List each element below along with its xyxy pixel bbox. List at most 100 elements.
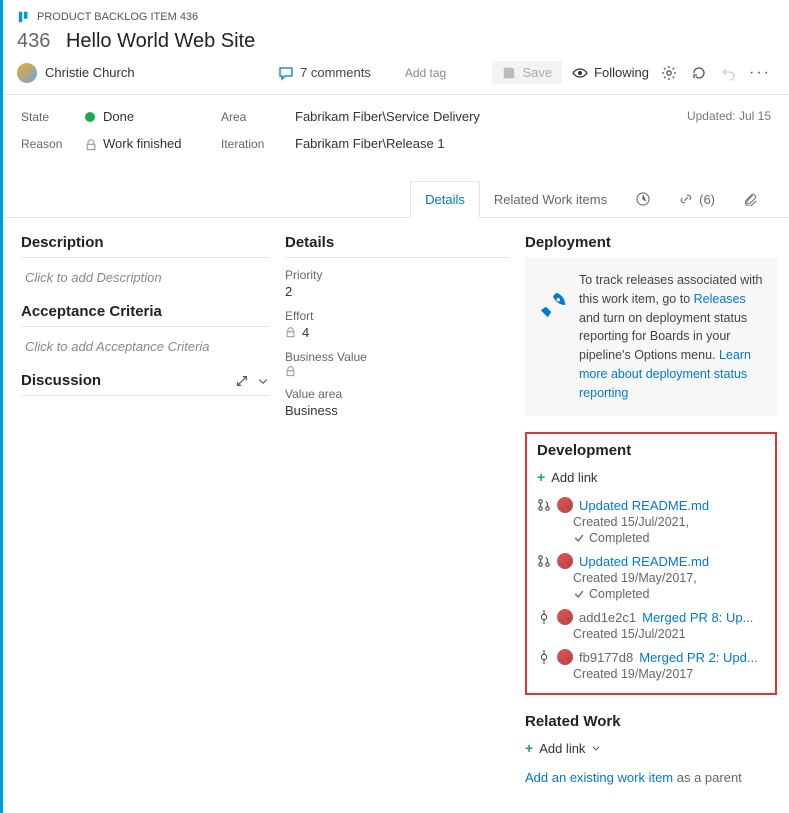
add-parent-suffix: as a parent <box>673 770 742 785</box>
iteration-label: Iteration <box>221 137 295 151</box>
check-icon <box>573 588 585 600</box>
deployment-heading: Deployment <box>525 234 777 257</box>
add-link-label: Add link <box>551 470 597 485</box>
related-work-heading: Related Work <box>525 713 777 734</box>
comments-count: 7 comments <box>300 65 371 80</box>
add-existing-link[interactable]: Add an existing work item <box>525 770 673 785</box>
check-icon <box>573 532 585 544</box>
add-existing-parent-row[interactable]: Add an existing work item as a parent <box>525 762 777 793</box>
dev-item-created: Created 15/Jul/2021 <box>573 627 765 641</box>
assignee-name[interactable]: Christie Church <box>45 65 135 80</box>
refresh-button[interactable] <box>689 63 709 83</box>
history-icon <box>635 191 651 207</box>
dev-item-status: Completed <box>589 587 649 601</box>
save-button: Save <box>492 61 562 84</box>
dev-item-commit: fb9177d8 Merged PR 2: Upd... Created 19/… <box>537 643 765 683</box>
details-heading: Details <box>285 234 509 258</box>
link-icon <box>679 192 693 206</box>
breadcrumb: PRODUCT BACKLOG ITEM 436 <box>17 10 771 24</box>
dev-item-created: Created 19/May/2017, <box>573 571 765 585</box>
author-avatar <box>557 497 573 513</box>
work-item-type-icon <box>17 10 31 24</box>
dev-item-commit: add1e2c1 Merged PR 8: Up... Created 15/J… <box>537 603 765 643</box>
commit-icon <box>537 650 551 664</box>
discussion-heading: Discussion <box>21 372 269 396</box>
work-item-title[interactable]: Hello World Web Site <box>66 30 255 52</box>
author-avatar <box>557 609 573 625</box>
reason-value[interactable]: Work finished <box>103 136 182 151</box>
priority-value[interactable]: 2 <box>285 284 509 299</box>
attachment-icon <box>743 192 757 206</box>
commit-hash: add1e2c1 <box>579 610 636 625</box>
state-label: State <box>21 110 85 124</box>
dev-item-created: Created 19/May/2017 <box>573 667 765 681</box>
breadcrumb-text: PRODUCT BACKLOG ITEM 436 <box>37 11 198 23</box>
work-item-id: 436 <box>17 30 50 52</box>
description-placeholder[interactable]: Click to add Description <box>21 258 269 303</box>
commit-hash: fb9177d8 <box>579 650 633 665</box>
chevron-down-icon[interactable] <box>257 375 269 387</box>
tab-details[interactable]: Details <box>410 181 480 218</box>
gear-icon <box>661 65 677 81</box>
undo-button[interactable] <box>719 63 739 83</box>
dev-item-pr: Updated README.md Created 19/May/2017, C… <box>537 547 765 603</box>
follow-button[interactable]: Following <box>572 65 649 81</box>
priority-label: Priority <box>285 268 509 282</box>
area-value[interactable]: Fabrikam Fiber\Service Delivery <box>295 109 480 124</box>
business-value-value[interactable] <box>285 366 509 377</box>
pull-request-icon <box>537 554 551 568</box>
plus-icon: + <box>537 469 545 485</box>
dev-item-status: Completed <box>589 531 649 545</box>
updated-timestamp: Updated: Jul 15 <box>687 109 771 163</box>
eye-icon <box>572 65 588 81</box>
area-label: Area <box>221 110 295 124</box>
save-label: Save <box>522 65 552 80</box>
business-value-label: Business Value <box>285 350 509 364</box>
reason-label: Reason <box>21 137 85 151</box>
refresh-icon <box>691 65 707 81</box>
lock-icon <box>85 136 97 151</box>
comment-icon <box>278 65 294 81</box>
deployment-info-box: To track releases associated with this w… <box>525 257 777 416</box>
releases-link[interactable]: Releases <box>694 292 746 306</box>
save-icon <box>502 66 516 80</box>
work-item-title-row: 436 Hello World Web Site <box>17 30 771 53</box>
assignee-avatar[interactable] <box>17 63 37 83</box>
development-section: Development + Add link Updated README.md… <box>525 432 777 695</box>
lock-icon <box>285 327 296 338</box>
undo-icon <box>721 65 737 81</box>
comments-button[interactable]: 7 comments <box>278 65 371 81</box>
state-value[interactable]: Done <box>103 109 134 124</box>
dev-item-title[interactable]: Updated README.md <box>579 498 709 513</box>
tab-attachments[interactable] <box>729 181 771 217</box>
expand-icon[interactable] <box>235 374 249 388</box>
tab-links[interactable]: (6) <box>665 181 729 217</box>
dev-item-title[interactable]: Updated README.md <box>579 554 709 569</box>
add-tag-button[interactable]: Add tag <box>405 66 446 80</box>
development-add-link-button[interactable]: + Add link <box>537 463 765 491</box>
lock-icon <box>285 366 296 377</box>
related-add-link-button[interactable]: + Add link <box>525 734 777 762</box>
follow-label: Following <box>594 65 649 80</box>
add-link-label: Add link <box>539 741 585 756</box>
value-area-label: Value area <box>285 387 509 401</box>
dev-item-title[interactable]: Merged PR 2: Upd... <box>639 650 758 665</box>
effort-value[interactable]: 4 <box>285 325 509 340</box>
acceptance-criteria-placeholder[interactable]: Click to add Acceptance Criteria <box>21 327 269 372</box>
author-avatar <box>557 553 573 569</box>
links-count: (6) <box>699 192 715 207</box>
more-actions-button[interactable]: ··· <box>749 64 771 82</box>
settings-button[interactable] <box>659 63 679 83</box>
tab-related-work-items[interactable]: Related Work items <box>480 181 621 217</box>
value-area-value[interactable]: Business <box>285 403 509 418</box>
description-heading: Description <box>21 234 269 258</box>
iteration-value[interactable]: Fabrikam Fiber\Release 1 <box>295 136 445 151</box>
state-dot-icon <box>85 112 95 122</box>
dev-item-title[interactable]: Merged PR 8: Up... <box>642 610 753 625</box>
development-heading: Development <box>537 442 765 463</box>
tab-history[interactable] <box>621 181 665 217</box>
commit-icon <box>537 610 551 624</box>
plus-icon: + <box>525 740 533 756</box>
pull-request-icon <box>537 498 551 512</box>
rocket-icon <box>539 291 567 402</box>
